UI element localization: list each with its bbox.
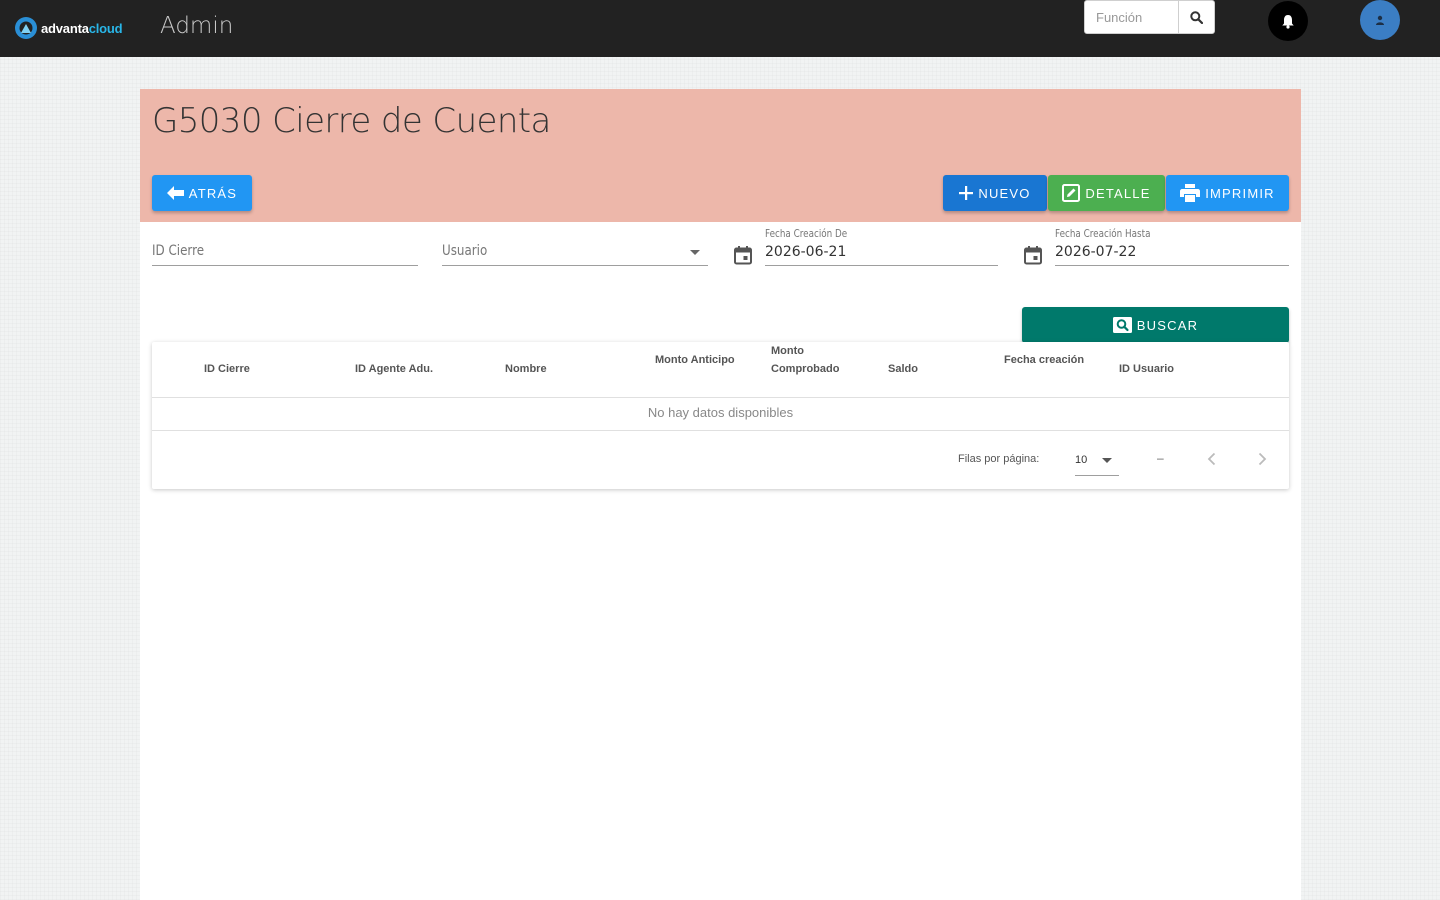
logo-text: advantacloud [41, 20, 123, 36]
arrow-left-icon [166, 186, 184, 200]
header-divider [152, 397, 1289, 398]
page-header: G5030 Cierre de Cuenta ATRÁS NUEVO DETAL… [140, 89, 1301, 222]
usuario-placeholder: Usuario [442, 243, 488, 259]
new-button-label: NUEVO [978, 185, 1031, 201]
column-header-nombre[interactable]: Nombre [505, 360, 547, 378]
results-table: ID Cierre ID Agente Adu. Nombre Monto An… [152, 342, 1289, 489]
calendar-icon[interactable] [733, 245, 753, 265]
print-button-label: IMPRIMIR [1205, 185, 1275, 201]
id-cierre-placeholder: ID Cierre [152, 243, 205, 259]
fecha-de-label: Fecha Creación De [765, 227, 848, 240]
back-button-label: ATRÁS [188, 185, 238, 201]
search-button-label: BUSCAR [1136, 317, 1199, 333]
detail-button-label: DETALLE [1085, 185, 1151, 201]
id-cierre-input[interactable]: ID Cierre [152, 242, 418, 266]
search-icon [1190, 10, 1203, 24]
calendar-icon[interactable] [1023, 245, 1043, 265]
chevron-right-icon[interactable] [1254, 451, 1270, 467]
chevron-down-icon [1102, 458, 1112, 463]
column-header-monto-anticipo[interactable]: Monto Anticipo [655, 351, 735, 369]
pagination-range: – [1157, 451, 1164, 465]
plus-icon [959, 186, 974, 200]
chevron-down-icon [690, 250, 700, 255]
footer-divider [152, 430, 1289, 431]
back-button[interactable]: ATRÁS [152, 175, 252, 211]
fecha-hasta-input[interactable]: 2026-07-22 [1055, 244, 1289, 266]
search-button[interactable]: BUSCAR [1022, 307, 1289, 343]
fecha-hasta-label: Fecha Creación Hasta [1055, 227, 1151, 240]
empty-table-message: No hay datos disponibles [647, 405, 794, 420]
function-search-button[interactable] [1178, 1, 1214, 33]
print-button[interactable]: IMPRIMIR [1166, 175, 1289, 211]
column-header-id-usuario[interactable]: ID Usuario [1119, 360, 1174, 378]
fecha-de-input[interactable]: 2026-06-21 [765, 244, 998, 266]
function-search-input[interactable] [1085, 1, 1178, 33]
rows-per-page-label: Filas por página: [958, 453, 1040, 465]
printer-icon [1180, 184, 1201, 202]
column-header-monto-comprobado[interactable]: Monto Comprobado [771, 342, 851, 378]
edit-icon [1062, 184, 1081, 202]
column-header-id-cierre[interactable]: ID Cierre [204, 360, 250, 378]
cloud-logo-icon [15, 17, 37, 39]
brand-logo[interactable]: advantacloud [14, 16, 123, 40]
user-avatar-button[interactable] [1360, 0, 1400, 40]
user-icon [1376, 15, 1384, 25]
chevron-left-icon[interactable] [1204, 451, 1220, 467]
function-search [1084, 0, 1215, 34]
rows-per-page-select[interactable]: 10 [1075, 450, 1119, 476]
column-header-fecha-creacion[interactable]: Fecha creación [1004, 351, 1084, 369]
content-card: G5030 Cierre de Cuenta ATRÁS NUEVO DETAL… [140, 89, 1301, 900]
column-header-id-agente[interactable]: ID Agente Adu. [355, 360, 433, 378]
app-title: Admin [160, 13, 234, 39]
page-title: G5030 Cierre de Cuenta [152, 101, 551, 141]
column-header-saldo[interactable]: Saldo [888, 360, 918, 378]
detail-button[interactable]: DETALLE [1048, 175, 1165, 211]
rows-per-page-value: 10 [1075, 454, 1088, 466]
usuario-select[interactable]: Usuario [442, 242, 708, 266]
top-navbar: advantacloud Admin [0, 0, 1440, 57]
new-button[interactable]: NUEVO [943, 175, 1047, 211]
bell-icon [1282, 14, 1294, 29]
notifications-button[interactable] [1268, 1, 1308, 41]
search-icon [1112, 317, 1132, 333]
